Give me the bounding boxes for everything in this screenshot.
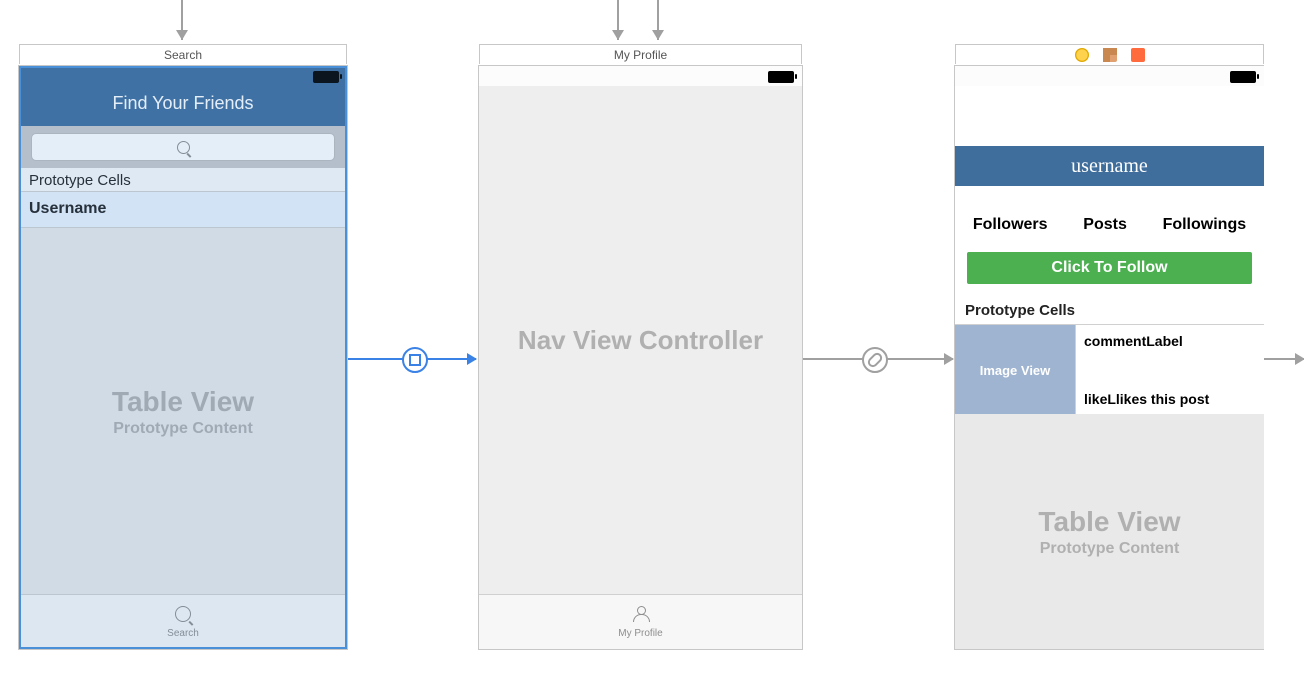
scene-identity-bar[interactable] — [955, 44, 1264, 64]
status-bar-area — [955, 66, 1264, 86]
search-tab-label: Search — [167, 628, 199, 639]
tab-bar[interactable]: My Profile — [479, 594, 802, 649]
class-icon[interactable] — [1075, 48, 1089, 62]
follow-button-label: Click To Follow — [1051, 259, 1167, 276]
profile-tab-label: My Profile — [618, 628, 662, 639]
username-cell-label: Username — [29, 200, 106, 217]
likes-count-label: likeL — [1084, 391, 1116, 407]
table-view-placeholder[interactable]: Table View Prototype Content — [955, 414, 1264, 649]
header-image-view[interactable] — [955, 86, 1264, 146]
search-input[interactable] — [31, 133, 335, 161]
likes-text-label: likes this post — [1116, 391, 1209, 407]
scene-title-label: My Profile — [614, 48, 667, 62]
status-bar-area — [479, 66, 802, 87]
scene-title-label: Search — [164, 48, 202, 62]
username-label: username — [1071, 155, 1148, 177]
placeholder-label: Nav View Controller — [518, 325, 763, 356]
posts-button[interactable]: Posts — [1083, 216, 1127, 244]
battery-icon — [768, 71, 794, 83]
nav-controller-placeholder[interactable]: Nav View Controller — [479, 86, 802, 595]
status-bar — [1230, 70, 1256, 84]
nav-title-label: Find Your Friends — [112, 93, 253, 113]
placeholder-title: Table View — [1038, 506, 1180, 538]
initial-arrow-scene2b — [657, 0, 659, 40]
status-bar — [313, 70, 339, 84]
initial-arrow-scene2a — [617, 0, 619, 40]
scene-search[interactable]: Search Find Your Friends Prototype Cells… — [18, 65, 348, 650]
prototype-cells-header: Prototype Cells — [19, 168, 347, 192]
first-responder-icon[interactable] — [1103, 48, 1117, 62]
segue-node-present[interactable] — [402, 347, 428, 373]
status-bar — [768, 70, 794, 84]
battery-icon — [1230, 71, 1256, 83]
exit-icon[interactable] — [1131, 48, 1145, 62]
post-image-view[interactable]: Image View — [955, 325, 1076, 415]
stats-row: Followers Posts Followings — [955, 216, 1264, 244]
follow-button[interactable]: Click To Follow — [967, 252, 1252, 284]
battery-icon — [313, 71, 339, 83]
profile-tab-icon — [633, 606, 649, 622]
segue-node-relationship[interactable] — [862, 347, 888, 373]
segue-3-out[interactable] — [1264, 358, 1304, 360]
followings-button[interactable]: Followings — [1163, 216, 1247, 244]
prototype-cells-header: Prototype Cells — [955, 298, 1264, 322]
username-bar[interactable]: username — [955, 146, 1264, 186]
placeholder-title: Table View — [112, 386, 254, 418]
search-tab-icon — [175, 606, 191, 622]
followers-button[interactable]: Followers — [973, 216, 1048, 244]
placeholder-subtitle: Prototype Content — [1040, 540, 1180, 558]
scene-profile-detail[interactable]: username Followers Posts Followings Clic… — [954, 65, 1264, 650]
table-view-placeholder[interactable]: Table View Prototype Content — [19, 228, 347, 595]
scene-my-profile[interactable]: My Profile Nav View Controller My Profil… — [478, 65, 803, 650]
table-row[interactable]: Image View commentLabel likeL likes this… — [955, 324, 1264, 416]
scene-title-bar[interactable]: My Profile — [479, 44, 802, 64]
scene-title-bar[interactable]: Search — [19, 44, 347, 64]
comment-label: commentLabel — [1084, 333, 1256, 349]
placeholder-subtitle: Prototype Content — [113, 420, 253, 438]
initial-arrow-scene1 — [181, 0, 183, 40]
navigation-bar[interactable]: Find Your Friends — [19, 66, 347, 126]
search-icon — [177, 141, 190, 154]
tab-bar[interactable]: Search — [19, 594, 347, 649]
search-bar-container — [19, 126, 347, 168]
table-row[interactable]: Username — [19, 192, 347, 228]
